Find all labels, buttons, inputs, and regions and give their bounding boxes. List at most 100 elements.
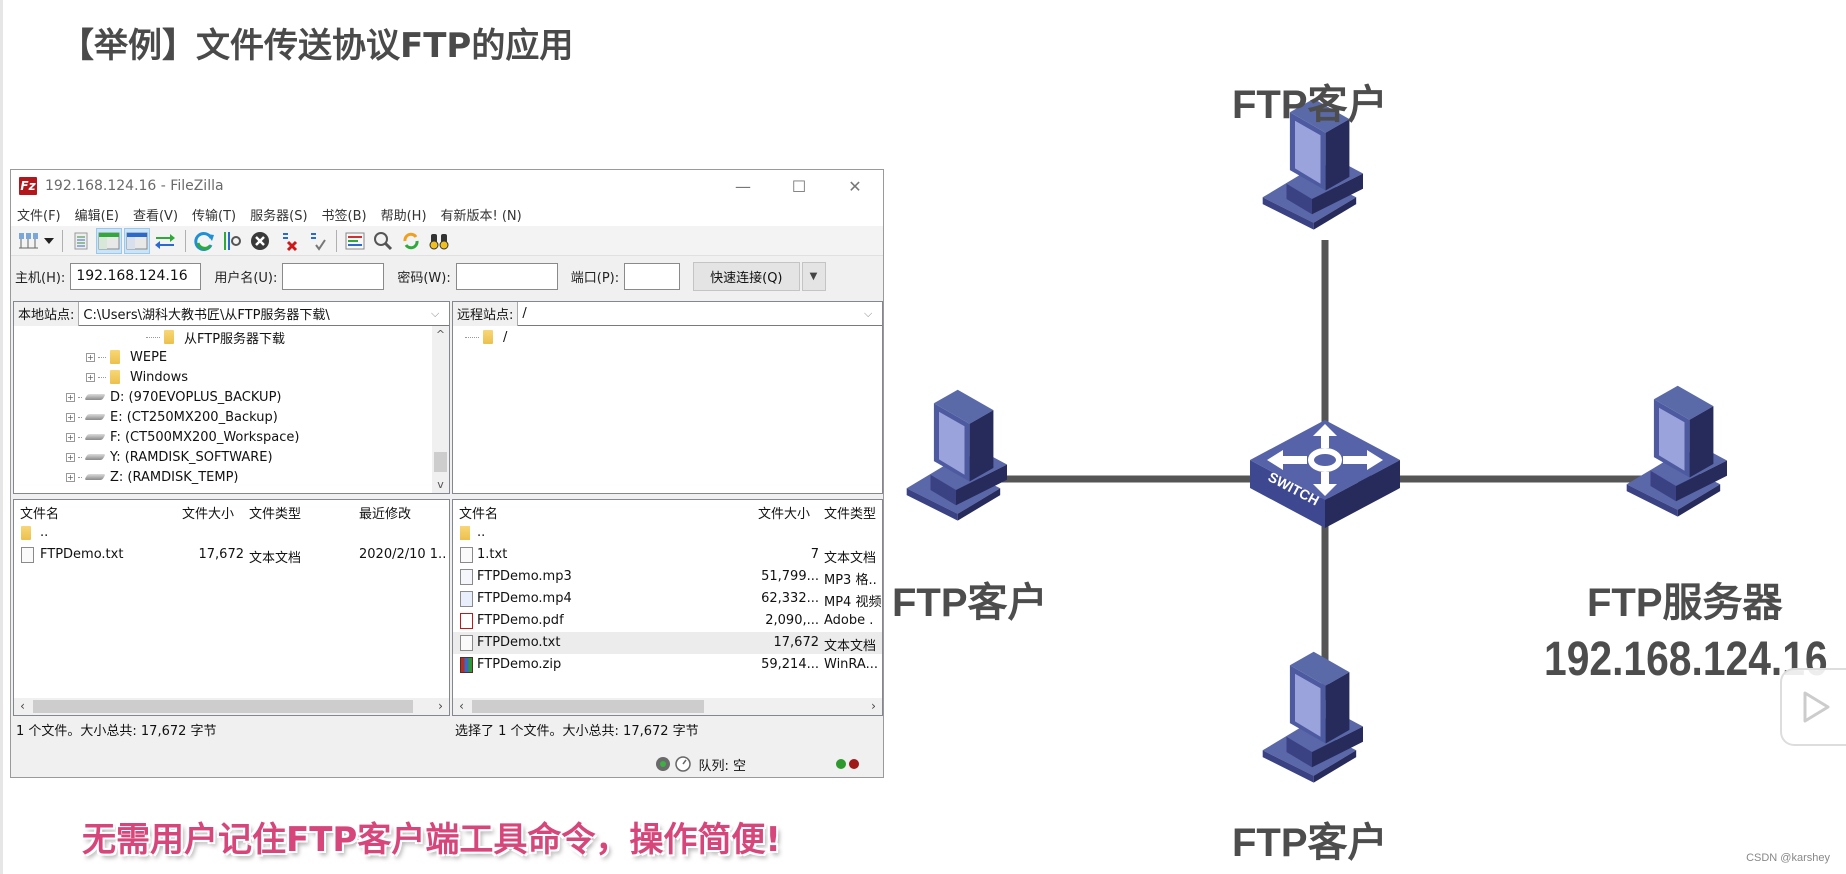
scroll-left-icon[interactable]: ‹	[453, 698, 470, 715]
close-button[interactable]: ✕	[827, 170, 883, 202]
slide-edge	[0, 0, 3, 874]
quickconnect-button[interactable]: 快速连接(Q)	[693, 261, 800, 291]
text-file-icon	[460, 547, 473, 563]
expand-icon[interactable]: +	[86, 352, 95, 362]
menu-help[interactable]: 帮助(H)	[381, 205, 427, 224]
list-item[interactable]: FTPDemo.mp4 62,332... MP4 视频	[453, 588, 882, 610]
list-item[interactable]: 1.txt 7 文本文档	[453, 544, 882, 566]
list-item[interactable]: ..	[453, 522, 882, 544]
expand-icon[interactable]: +	[66, 472, 75, 482]
username-label: 用户名(U):	[214, 270, 278, 286]
port-input[interactable]	[624, 262, 681, 290]
quickconnect-history-dropdown[interactable]: ▼	[801, 261, 826, 291]
maximize-button[interactable]: ☐	[771, 170, 827, 202]
toolbar-separator	[185, 229, 186, 252]
local-path-dropdown-icon[interactable]: ⌵	[431, 307, 449, 321]
local-file-list: ^ 文件名 文件大小 文件类型 最近修改 .. FTPDemo.txt 17,6…	[13, 499, 450, 716]
tree-item[interactable]: + F: (CT500MX200_Workspace)	[66, 427, 299, 447]
speed-limit-icon[interactable]	[674, 755, 692, 773]
local-tree-scrollbar[interactable]: ^ v	[432, 326, 449, 493]
expand-icon[interactable]: +	[66, 392, 75, 402]
list-item[interactable]: FTPDemo.txt 17,672 文本文档 2020/2/10 1..	[14, 544, 449, 566]
cancel-icon[interactable]	[247, 228, 273, 254]
remote-status: 选择了 1 个文件。大小总共: 17,672 字节	[452, 718, 883, 740]
tree-item[interactable]: + Windows	[86, 367, 188, 387]
drive-icon	[84, 414, 106, 420]
scrollbar-thumb[interactable]	[434, 452, 447, 472]
expand-icon[interactable]: +	[66, 452, 75, 462]
password-input[interactable]	[455, 262, 558, 290]
local-site-path[interactable]: C:\Users\湖科大教书匠\从FTP服务器下载\	[79, 304, 431, 323]
column-header-filename[interactable]: 文件名	[20, 503, 59, 522]
refresh-icon[interactable]	[191, 228, 217, 254]
find-files-binoculars-icon[interactable]	[426, 228, 452, 254]
column-header-filesize[interactable]: 文件大小	[758, 503, 810, 522]
remote-list-hscrollbar[interactable]: ‹ ›	[453, 698, 882, 715]
gear-icon[interactable]	[654, 755, 672, 773]
expand-icon[interactable]: +	[66, 432, 75, 442]
text-file-icon	[21, 547, 34, 563]
sort-ascending-icon: ^	[89, 499, 97, 506]
toolbar-separator	[62, 229, 63, 252]
menu-edit[interactable]: 编辑(E)	[75, 205, 119, 224]
server-pc-icon	[1626, 385, 1727, 517]
host-input[interactable]	[70, 262, 202, 290]
expand-icon[interactable]: +	[66, 412, 75, 422]
list-item[interactable]: FTPDemo.txt 17,672 文本文档	[453, 632, 882, 654]
tree-item[interactable]: + D: (970EVOPLUS_BACKUP)	[66, 387, 281, 407]
menu-transfer[interactable]: 传输(T)	[192, 205, 236, 224]
filezilla-logo-icon: Fz	[19, 177, 37, 195]
tree-item[interactable]: + Y: (RAMDISK_SOFTWARE)	[66, 447, 273, 467]
list-item[interactable]: FTPDemo.zip 59,214... WinRA...	[453, 654, 882, 676]
remote-tree-toggle-icon[interactable]	[124, 227, 150, 254]
list-item[interactable]: ..	[14, 522, 449, 544]
scroll-right-icon[interactable]: ›	[432, 698, 449, 715]
tree-item[interactable]: + Z: (RAMDISK_TEMP)	[66, 467, 239, 487]
site-manager-icon[interactable]	[15, 228, 41, 254]
tree-item[interactable]: + WEPE	[86, 347, 167, 367]
directory-comparison-icon[interactable]	[342, 228, 368, 254]
menu-file[interactable]: 文件(F)	[17, 205, 61, 224]
video-play-button[interactable]	[1780, 668, 1846, 746]
scroll-left-icon[interactable]: ‹	[14, 698, 31, 715]
scroll-up-icon[interactable]: ^	[432, 326, 449, 343]
switch-icon: SWITCH	[1250, 420, 1400, 528]
scroll-down-icon[interactable]: v	[432, 476, 449, 493]
transfer-queue-icon[interactable]	[152, 228, 178, 254]
column-header-filetype[interactable]: 文件类型	[824, 503, 876, 522]
menu-view[interactable]: 查看(V)	[133, 205, 178, 224]
scrollbar-thumb[interactable]	[33, 700, 413, 713]
message-log-icon[interactable]	[68, 228, 94, 254]
filter-settings-icon[interactable]	[219, 228, 245, 254]
local-tree-toggle-icon[interactable]	[96, 227, 122, 254]
slogan-text: 无需用户记住FTP客户端工具命令，操作简便!	[82, 820, 781, 860]
menu-new-version[interactable]: 有新版本! (N)	[441, 205, 522, 224]
column-header-filesize[interactable]: 文件大小	[182, 503, 234, 522]
local-status: 1 个文件。大小总共: 17,672 字节	[13, 718, 450, 740]
drive-icon	[84, 474, 106, 480]
site-manager-dropdown-icon[interactable]	[43, 228, 55, 254]
tree-item[interactable]: + E: (CT250MX200_Backup)	[66, 407, 278, 427]
menu-bookmarks[interactable]: 书签(B)	[322, 205, 367, 224]
list-item[interactable]: FTPDemo.mp3 51,799... MP3 格..	[453, 566, 882, 588]
column-header-filename[interactable]: 文件名	[459, 503, 498, 522]
column-header-modified[interactable]: 最近修改	[359, 503, 411, 522]
tree-item[interactable]: /	[465, 327, 507, 347]
menu-bar: 文件(F) 编辑(E) 查看(V) 传输(T) 服务器(S) 书签(B) 帮助(…	[11, 202, 883, 226]
minimize-button[interactable]: —	[715, 170, 771, 202]
column-header-filetype[interactable]: 文件类型	[249, 503, 301, 522]
folder-icon	[21, 526, 31, 540]
sync-browsing-icon[interactable]	[398, 228, 424, 254]
local-list-hscrollbar[interactable]: ‹ ›	[14, 698, 449, 715]
expand-icon[interactable]: +	[86, 372, 95, 382]
menu-server[interactable]: 服务器(S)	[250, 205, 307, 224]
disconnect-icon[interactable]	[275, 228, 301, 254]
scrollbar-thumb[interactable]	[472, 700, 704, 713]
status-bar: 队列: 空	[11, 751, 883, 777]
remote-site-path[interactable]: /	[518, 306, 864, 321]
list-item[interactable]: FTPDemo.pdf 2,090,... Adobe .	[453, 610, 882, 632]
reconnect-icon[interactable]	[303, 228, 329, 254]
username-input[interactable]	[282, 262, 385, 290]
search-icon[interactable]	[370, 228, 396, 254]
tree-item[interactable]: 从FTP服务器下载	[146, 327, 285, 347]
